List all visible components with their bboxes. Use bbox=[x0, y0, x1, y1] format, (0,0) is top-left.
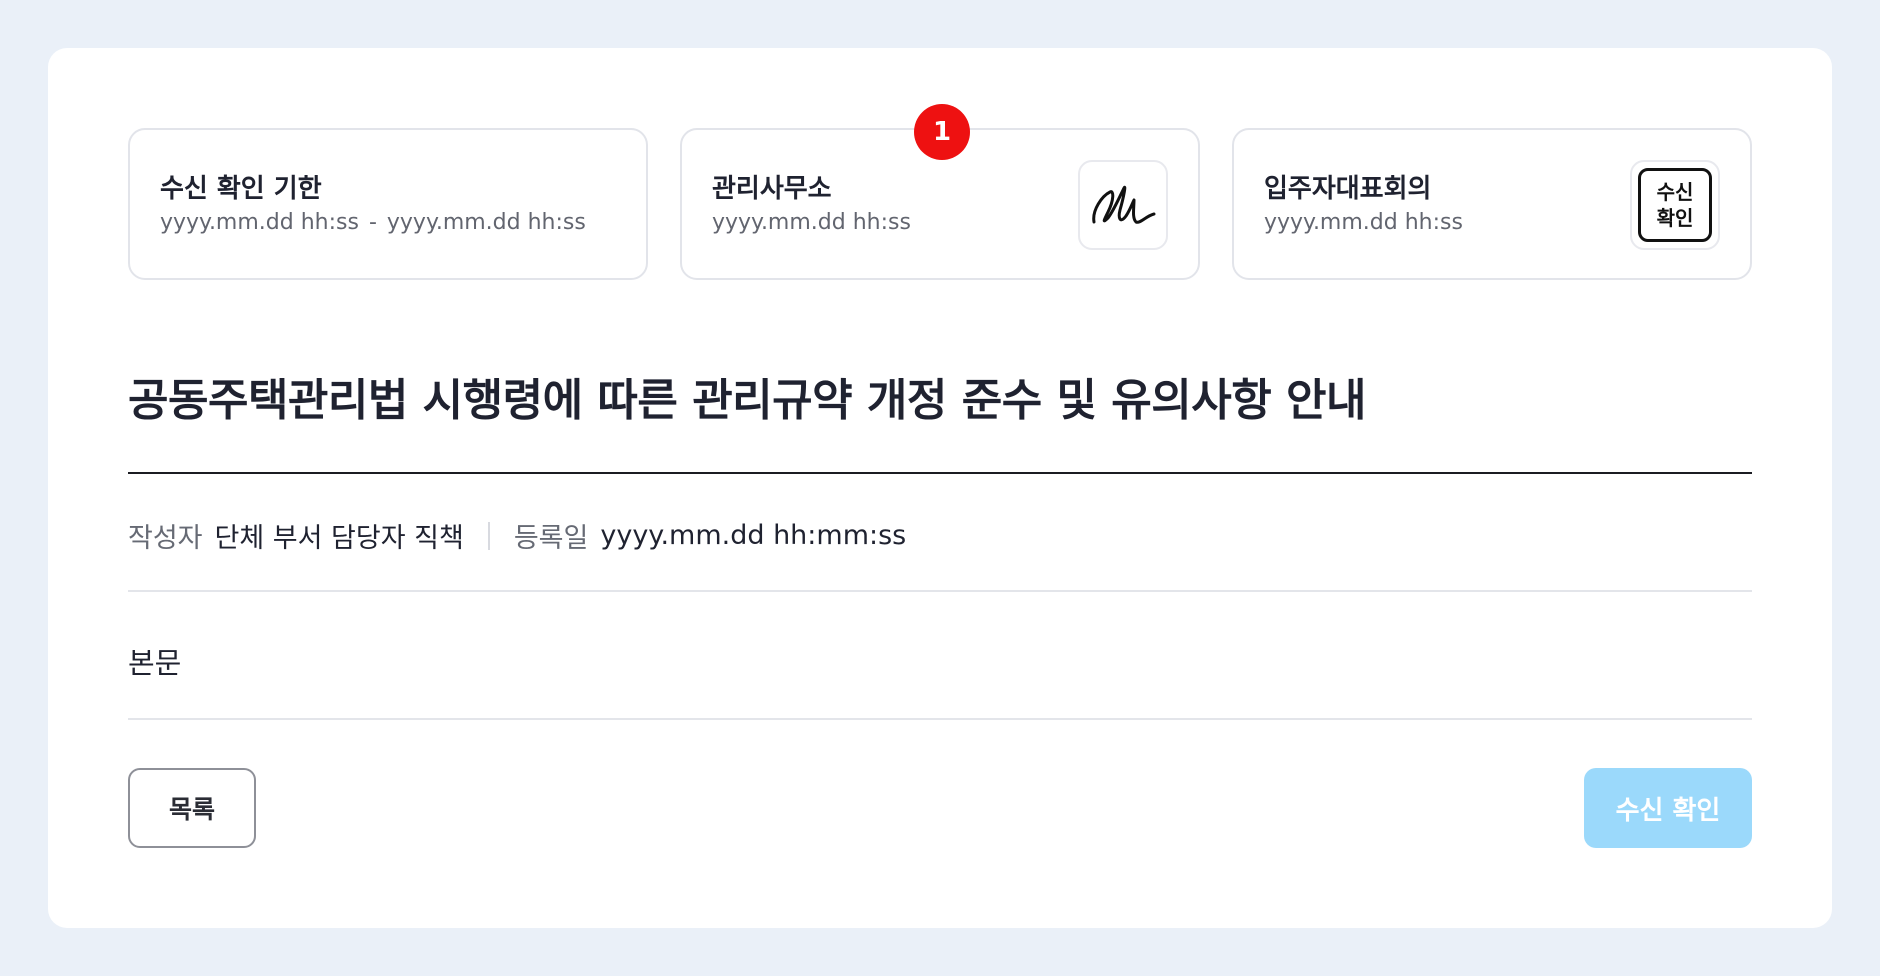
meta-divider bbox=[487, 521, 490, 550]
management-office-card: 1 관리사무소 yyyy.mm.dd hh:ss bbox=[680, 104, 1200, 280]
management-office-date: yyyy.mm.dd hh:ss bbox=[712, 210, 911, 235]
deadline-separator: - bbox=[368, 210, 377, 235]
stamp-line-1: 수신 bbox=[1656, 180, 1694, 204]
receipt-deadline-range: yyyy.mm.dd hh:ss - yyyy.mm.dd hh:ss bbox=[160, 210, 586, 235]
receipt-deadline-card: 수신 확인 기한 yyyy.mm.dd hh:ss - yyyy.mm.dd hh:… bbox=[128, 128, 648, 280]
title-divider bbox=[128, 472, 1752, 474]
receipt-deadline-title: 수신 확인 기한 bbox=[160, 174, 322, 204]
author-value: 단체 부서 담당자 직책 bbox=[214, 523, 464, 554]
document-title: 공동주택관리법 시행령에 따른 관리규약 개정 준수 및 유의사항 안내 bbox=[128, 375, 1367, 426]
stamp-line-2: 확인 bbox=[1656, 206, 1694, 230]
residents-council-title: 입주자대표회의 bbox=[1264, 174, 1432, 204]
body-divider-line bbox=[128, 718, 1752, 720]
management-office-title: 관리사무소 bbox=[712, 174, 832, 204]
confirm-receipt-button[interactable]: 수신 확인 bbox=[1584, 768, 1752, 848]
deadline-start: yyyy.mm.dd hh:ss bbox=[160, 210, 359, 235]
date-label: 등록일 bbox=[513, 523, 589, 554]
management-office-stamp bbox=[1078, 160, 1168, 250]
document-body: 본문 bbox=[128, 646, 182, 680]
date-value: yyyy.mm.dd hh:mm:ss bbox=[600, 520, 907, 551]
residents-council-stamp: 수신 확인 bbox=[1630, 160, 1720, 250]
notice-detail-card: 수신 확인 기한 yyyy.mm.dd hh:ss - yyyy.mm.dd hh:… bbox=[48, 48, 1832, 928]
signature-icon bbox=[1092, 185, 1156, 224]
receipt-confirmed-stamp: 수신 확인 bbox=[1638, 168, 1712, 242]
document-meta: 작성자 단체 부서 담당자 직책 등록일 yyyy.mm.dd hh:mm:ss bbox=[128, 516, 906, 555]
receipt-status-cards: 수신 확인 기한 yyyy.mm.dd hh:ss - yyyy.mm.dd hh:… bbox=[128, 104, 1752, 280]
residents-council-card: 입주자대표회의 yyyy.mm.dd hh:ss 수신 확인 bbox=[1232, 128, 1752, 280]
notification-badge: 1 bbox=[914, 104, 970, 160]
author-label: 작성자 bbox=[128, 523, 203, 554]
list-button[interactable]: 목록 bbox=[128, 768, 256, 848]
deadline-end: yyyy.mm.dd hh:ss bbox=[386, 210, 586, 235]
meta-divider-line bbox=[128, 590, 1752, 592]
residents-council-date: yyyy.mm.dd hh:ss bbox=[1264, 210, 1463, 235]
